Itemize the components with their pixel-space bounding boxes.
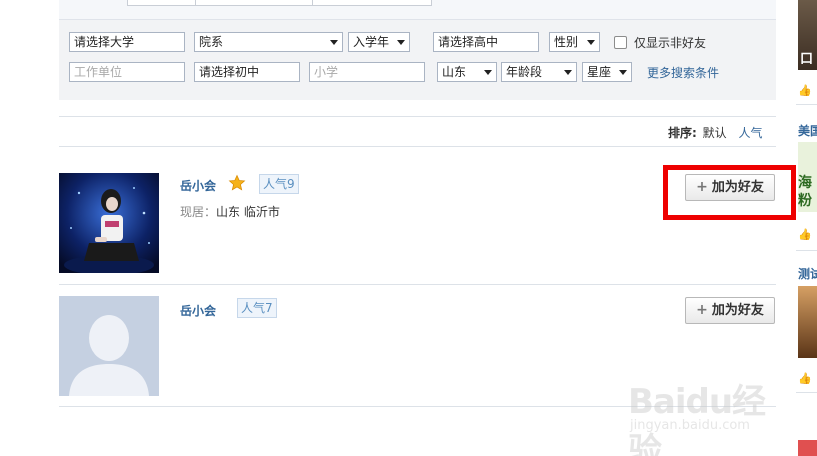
sidebar-divider — [796, 250, 817, 251]
work-unit-input[interactable]: 工作单位 — [69, 62, 185, 82]
user-location: 现居：山东 临沂市 — [180, 203, 280, 220]
chevron-down-icon — [397, 40, 405, 45]
add-friend-label: 加为好友 — [711, 303, 764, 318]
more-search-conditions-link[interactable]: 更多搜索条件 — [647, 64, 719, 81]
divider — [59, 284, 776, 285]
chevron-down-icon — [484, 70, 492, 75]
tab-placeholder-3[interactable] — [312, 0, 432, 6]
user-name-link[interactable]: 岳小会 — [180, 302, 216, 319]
sidebar-image[interactable] — [798, 286, 817, 358]
star-icon — [228, 174, 246, 195]
tab-placeholder-1[interactable] — [127, 0, 196, 6]
add-friend-button[interactable]: + 加为好友 — [685, 297, 775, 324]
divider — [59, 146, 776, 147]
thumbs-up-icon[interactable]: 👍 — [798, 228, 812, 241]
thumbs-up-icon[interactable]: 👍 — [798, 84, 812, 97]
gender-select[interactable]: 性别 — [549, 32, 600, 52]
zodiac-select-value: 星座 — [587, 65, 612, 79]
sort-bar: 排序: 默认 人气 — [668, 124, 763, 141]
watermark-main: Baidu经验 — [628, 382, 766, 456]
department-select-value: 院系 — [199, 35, 224, 49]
chevron-down-icon — [330, 40, 338, 45]
watermark-sub: jingyan.baidu.com — [630, 418, 750, 433]
sidebar-image-text: 海 — [798, 175, 812, 191]
non-friend-only-checkbox[interactable] — [614, 36, 627, 49]
gender-select-value: 性别 — [554, 35, 579, 49]
plus-icon: + — [696, 302, 708, 318]
user-name-link[interactable]: 岳小会 — [180, 177, 216, 194]
divider — [59, 116, 776, 117]
sidebar-divider — [796, 104, 817, 105]
sort-label: 排序: — [668, 126, 697, 140]
zodiac-select[interactable]: 星座 — [582, 62, 632, 82]
age-range-select-value: 年龄段 — [506, 65, 543, 79]
province-select-value: 山东 — [442, 65, 467, 79]
location-value: 山东 临沂市 — [216, 205, 280, 219]
popularity-badge: 人气9 — [259, 174, 299, 194]
top-tab-strip — [59, 0, 776, 20]
university-input[interactable]: 请选择大学 — [69, 32, 185, 52]
baidu-jingyan-watermark: Baidu经验 jingyan.baidu.com — [620, 370, 780, 456]
location-label: 现居： — [180, 205, 217, 219]
primary-school-input[interactable]: 小学 — [309, 62, 425, 82]
age-range-select[interactable]: 年龄段 — [501, 62, 577, 82]
chevron-down-icon — [619, 70, 627, 75]
sidebar-item-title[interactable]: 测试 — [798, 265, 817, 282]
chevron-down-icon — [587, 40, 595, 45]
tab-placeholder-2[interactable] — [195, 0, 313, 6]
thumbs-up-icon[interactable]: 👍 — [798, 372, 812, 385]
sidebar-item-title[interactable]: 美国 — [798, 122, 817, 139]
user-avatar-photo[interactable] — [59, 173, 159, 273]
enroll-year-select-value: 入学年 — [353, 35, 390, 49]
sidebar-image[interactable] — [798, 440, 817, 456]
high-school-input[interactable]: 请选择高中 — [433, 32, 539, 52]
non-friend-only-label: 仅显示非好友 — [634, 36, 707, 50]
search-filter-panel: 请选择大学 院系 入学年 请选择高中 性别 工作单位 请选择初中 小学 山东 年… — [59, 20, 776, 100]
chevron-down-icon — [564, 70, 572, 75]
sort-default-option[interactable]: 默认 — [703, 126, 727, 140]
right-sidebar: 口 👍 美国 海 粉 👍 测试 👍 — [796, 0, 817, 456]
sort-popularity-link[interactable]: 人气 — [738, 126, 762, 140]
province-select[interactable]: 山东 — [437, 62, 497, 82]
sidebar-image-text: 粉 — [798, 193, 812, 209]
sidebar-divider — [796, 392, 817, 393]
user-avatar-default[interactable] — [59, 296, 159, 396]
sidebar-image-caption: 口 — [800, 52, 814, 67]
enroll-year-select[interactable]: 入学年 — [348, 32, 410, 52]
red-highlight-box — [663, 165, 796, 220]
department-select[interactable]: 院系 — [194, 32, 343, 52]
middle-school-input[interactable]: 请选择初中 — [194, 62, 300, 82]
popularity-badge: 人气7 — [237, 298, 277, 318]
